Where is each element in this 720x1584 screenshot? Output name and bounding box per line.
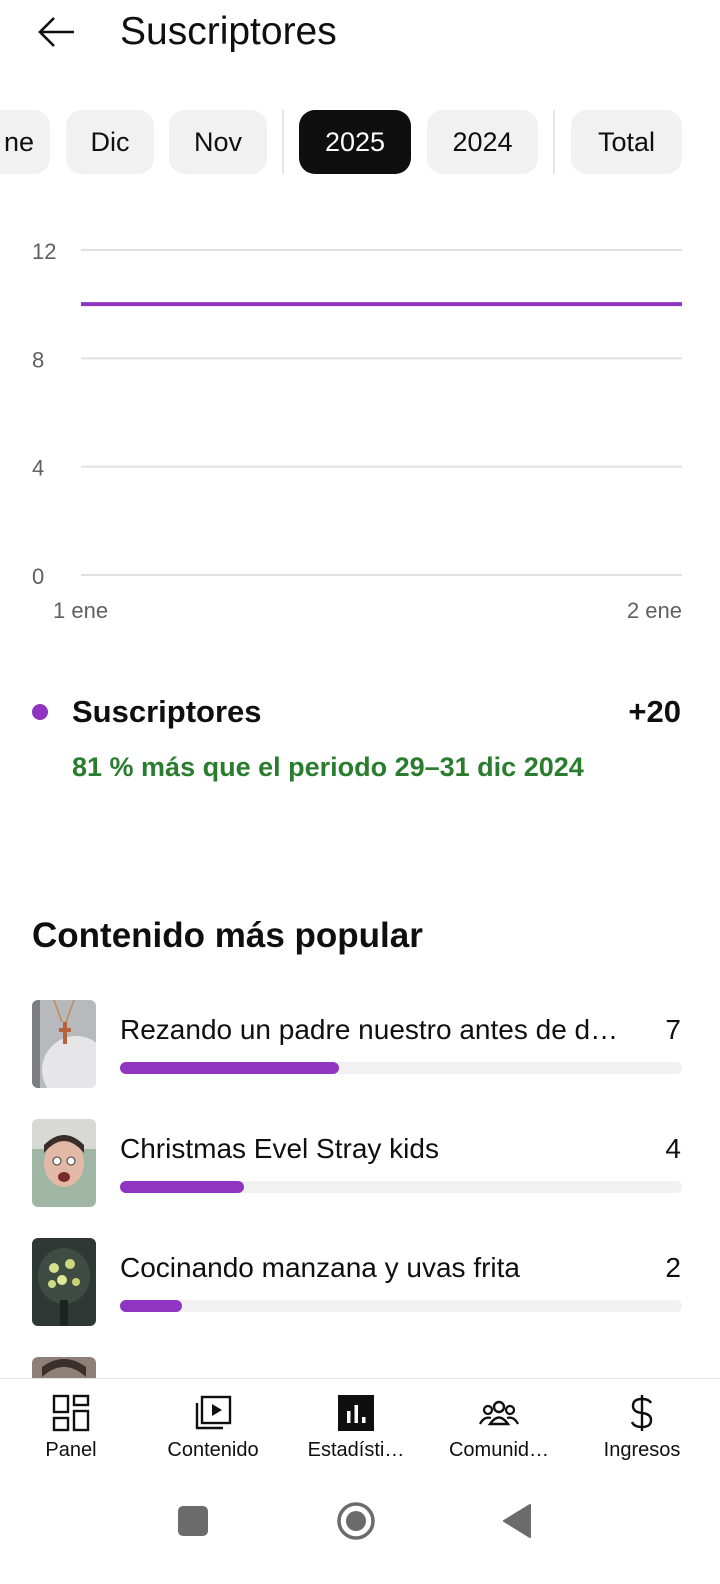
community-icon — [479, 1400, 519, 1426]
nav-estadisticas[interactable]: Estadísti… — [284, 1379, 428, 1485]
nav-contenido[interactable]: Contenido — [141, 1379, 285, 1485]
nav-label: Ingresos — [603, 1439, 681, 1461]
content-count: 4 — [665, 1133, 681, 1164]
back-icon[interactable] — [503, 1504, 531, 1538]
progress-track — [120, 1062, 682, 1074]
app-header: Suscriptores — [0, 0, 720, 70]
chip-label: 2024 — [452, 126, 513, 157]
metric-label: Suscriptores — [72, 694, 262, 729]
progress-track — [120, 1300, 682, 1312]
chip-ene[interactable]: ne — [0, 110, 50, 174]
progress-track — [120, 1181, 682, 1193]
analytics-icon — [338, 1395, 374, 1431]
legend-dot — [32, 704, 48, 720]
system-navigation-bar — [0, 1484, 720, 1584]
content-title: Cocinando manzana y uvas frita — [120, 1252, 520, 1283]
chip-divider — [553, 110, 555, 174]
nav-label: Panel — [45, 1439, 97, 1461]
y-tick-label: 8 — [32, 347, 44, 372]
progress-fill — [120, 1062, 340, 1074]
video-thumbnail — [32, 1000, 96, 1088]
recents-icon[interactable] — [178, 1506, 208, 1536]
nav-comunidad[interactable]: Comunid… — [427, 1379, 571, 1485]
metric-value: +20 — [628, 694, 681, 729]
chip-label: Nov — [193, 126, 242, 157]
y-tick-label: 12 — [32, 239, 56, 264]
content-item[interactable]: Rezando un padre nuestro antes de dor… 7 — [0, 1000, 720, 1090]
chip-2025[interactable]: 2025 — [299, 110, 411, 174]
chip-label: Dic — [90, 126, 130, 157]
video-thumbnail — [32, 1119, 96, 1207]
y-tick-label: 4 — [32, 456, 44, 481]
dollar-icon — [630, 1395, 653, 1431]
back-arrow-icon — [38, 17, 74, 47]
subscribers-line-chart: 12 8 4 0 1 ene 2 ene — [32, 239, 682, 623]
content-count: 7 — [665, 1014, 681, 1045]
chip-total[interactable]: Total — [571, 110, 682, 174]
page-title: Suscriptores — [120, 10, 337, 53]
chip-dic[interactable]: Dic — [66, 110, 154, 174]
progress-fill — [120, 1300, 182, 1312]
chip-label: 2025 — [324, 126, 386, 157]
nav-label: Contenido — [167, 1439, 259, 1461]
period-filter-chips: ne Dic Nov 2025 2024 Total — [0, 110, 720, 174]
chip-nov[interactable]: Nov — [169, 110, 267, 174]
section-title: Contenido más popular — [32, 916, 423, 955]
nav-ingresos[interactable]: Ingresos — [570, 1379, 714, 1485]
back-button[interactable] — [26, 6, 86, 58]
home-icon[interactable] — [336, 1501, 376, 1541]
content-count: 2 — [665, 1252, 681, 1283]
chip-label: Total — [597, 126, 656, 157]
content-item[interactable]: Christmas Evel Stray kids 4 — [0, 1119, 720, 1209]
dashboard-icon — [52, 1394, 90, 1432]
comparison-text: 81 % más que el periodo 29–31 dic 2024 — [72, 752, 584, 782]
chip-divider — [282, 110, 284, 174]
nav-label: Comunid… — [448, 1439, 550, 1461]
nav-label: Estadísti… — [307, 1439, 405, 1461]
content-item[interactable]: Cocinando manzana y uvas frita 2 — [0, 1238, 720, 1328]
x-tick-label: 1 ene — [53, 598, 108, 623]
content-title: Rezando un padre nuestro antes de dor… — [120, 1014, 620, 1045]
x-tick-label: 2 ene — [627, 598, 682, 623]
chip-label: ne — [3, 126, 35, 157]
video-thumbnail — [32, 1238, 96, 1326]
chip-2024[interactable]: 2024 — [427, 110, 538, 174]
progress-fill — [120, 1181, 244, 1193]
y-tick-label: 0 — [32, 564, 44, 589]
nav-panel[interactable]: Panel — [0, 1379, 143, 1485]
content-icon — [195, 1395, 232, 1430]
content-title: Christmas Evel Stray kids — [120, 1133, 439, 1164]
bottom-navigation: Panel Contenido Estadísti… Comunid… Ingr… — [0, 1378, 720, 1484]
